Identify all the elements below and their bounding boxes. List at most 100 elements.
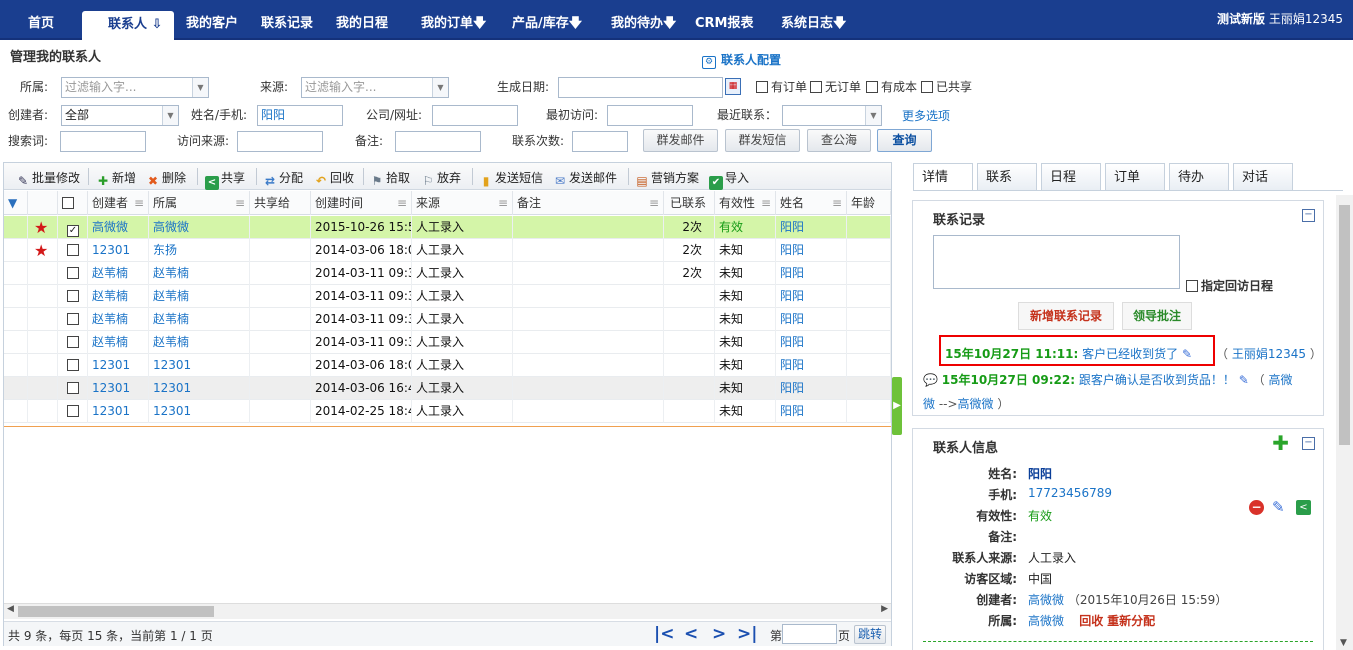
pick-button[interactable]: ⚑ 拾取 — [370, 169, 410, 188]
belong-select[interactable]: 过滤输入字... ▼ — [61, 77, 209, 98]
scroll-left-icon[interactable]: ◀ — [7, 604, 14, 614]
nav-customers[interactable]: 我的客户 — [186, 0, 238, 40]
col-name[interactable]: 姓名 ≡ — [776, 191, 847, 215]
cell-name[interactable]: 阳阳 — [776, 400, 847, 423]
select-all-checkbox[interactable] — [58, 191, 88, 215]
collapse-icon[interactable]: − — [1302, 437, 1315, 450]
filter-icon[interactable]: ▼ — [4, 191, 28, 215]
search-word-input[interactable] — [60, 131, 146, 152]
table-row[interactable]: 1230112301 2014-02-25 18:47人工录入 未知阳阳 — [4, 400, 891, 423]
has-order-checkbox[interactable]: 有订单 — [756, 78, 807, 95]
col-time[interactable]: 创建时间 ≡ — [311, 191, 412, 215]
nav-contacts[interactable]: 联系人 ⇩ — [82, 11, 174, 40]
calendar-icon[interactable]: ▦ — [725, 78, 741, 95]
tab-dialogue[interactable]: 对话 — [1233, 163, 1293, 190]
owner-value[interactable]: 高微微 — [1028, 614, 1064, 628]
edit-pencil-icon[interactable]: ✎ — [1272, 498, 1285, 516]
share-icon[interactable]: < — [1296, 500, 1311, 515]
share-button[interactable]: < 共享 — [205, 169, 245, 190]
edit-pencil-icon[interactable]: ✎ — [1182, 347, 1192, 361]
company-input[interactable] — [432, 105, 518, 126]
reassign-link[interactable]: 重新分配 — [1107, 614, 1155, 628]
star-icon[interactable]: ★ — [28, 216, 58, 239]
row-checkbox[interactable] — [58, 308, 88, 331]
remark-input[interactable] — [395, 131, 481, 152]
scroll-right-icon[interactable]: ▶ — [881, 604, 888, 614]
next-page-icon[interactable]: > — [712, 624, 726, 644]
star-icon[interactable] — [28, 400, 58, 423]
leader-comment-button[interactable]: 领导批注 — [1122, 302, 1192, 330]
phone-value[interactable]: 17723456789 — [1028, 486, 1112, 500]
horizontal-scrollbar[interactable]: ◀ ▶ — [4, 603, 891, 619]
table-row[interactable]: 赵苇楠赵苇楠 2014-03-11 09:33人工录入 未知阳阳 — [4, 331, 891, 354]
cell-name[interactable]: 阳阳 — [776, 377, 847, 400]
cell-creator[interactable]: 12301 — [88, 377, 149, 400]
creator-value[interactable]: 高微微 — [1028, 593, 1064, 607]
cell-owner[interactable]: 12301 — [149, 400, 250, 423]
cell-creator[interactable]: 12301 — [88, 400, 149, 423]
column-menu-icon[interactable]: ≡ — [498, 191, 508, 215]
table-row[interactable]: 赵苇楠赵苇楠 2014-03-11 09:33人工录入 2次未知阳阳 — [4, 262, 891, 285]
created-date-input[interactable] — [558, 77, 723, 98]
col-contacted[interactable]: 已联系 — [664, 191, 715, 215]
star-icon[interactable] — [28, 354, 58, 377]
star-icon[interactable] — [28, 308, 58, 331]
first-page-icon[interactable]: |< — [654, 624, 674, 644]
scroll-down-icon[interactable]: ▼ — [1340, 638, 1347, 648]
nav-crm-report[interactable]: CRM报表 — [695, 0, 754, 40]
jump-button[interactable]: 跳转 — [854, 625, 886, 644]
cell-owner[interactable]: 赵苇楠 — [149, 308, 250, 331]
table-row[interactable]: 赵苇楠赵苇楠 2014-03-11 09:33人工录入 未知阳阳 — [4, 285, 891, 308]
cell-owner[interactable]: 赵苇楠 — [149, 285, 250, 308]
creator-select[interactable]: 全部 ▼ — [61, 105, 179, 126]
row-checkbox[interactable]: ✓ — [58, 216, 88, 239]
cell-name[interactable]: 阳阳 — [776, 239, 847, 262]
star-icon[interactable] — [28, 377, 58, 400]
collapse-icon[interactable]: − — [1302, 209, 1315, 222]
page-number-input[interactable] — [782, 624, 837, 644]
name-phone-input[interactable]: 阳阳 — [257, 105, 343, 126]
cell-creator[interactable]: 12301 — [88, 354, 149, 377]
recycle-button[interactable]: ↶ 回收 — [314, 169, 354, 188]
column-menu-icon[interactable]: ≡ — [832, 191, 842, 215]
column-menu-icon[interactable]: ≡ — [235, 191, 245, 215]
row-checkbox[interactable] — [58, 331, 88, 354]
send-email-button[interactable]: ✉ 发送邮件 — [553, 169, 617, 188]
nav-system-log[interactable]: 系统日志🡇 — [781, 0, 846, 40]
nav-contact-records[interactable]: 联系记录 — [261, 0, 313, 40]
recycle-link[interactable]: 回收 — [1079, 614, 1103, 628]
cell-creator[interactable]: 赵苇楠 — [88, 285, 149, 308]
col-validity[interactable]: 有效性 ≡ — [715, 191, 776, 215]
column-menu-icon[interactable]: ≡ — [649, 191, 659, 215]
cell-name[interactable]: 阳阳 — [776, 308, 847, 331]
source-select[interactable]: 过滤输入字... ▼ — [301, 77, 449, 98]
vertical-scrollbar[interactable]: ▼ — [1336, 195, 1353, 650]
cell-name[interactable]: 阳阳 — [776, 216, 847, 239]
record-1-user-name[interactable]: 王丽娟12345 — [1232, 347, 1306, 361]
record-2-from[interactable]: 高微 — [1268, 373, 1292, 387]
remove-icon[interactable]: − — [1249, 500, 1264, 515]
nav-schedule[interactable]: 我的日程 — [336, 0, 388, 40]
no-order-checkbox[interactable]: 无订单 — [810, 78, 861, 95]
cell-name[interactable]: 阳阳 — [776, 354, 847, 377]
row-checkbox[interactable] — [58, 377, 88, 400]
last-page-icon[interactable]: >| — [737, 624, 757, 644]
abandon-button[interactable]: ⚐ 放弃 — [421, 169, 461, 188]
edit-pencil-icon[interactable]: ✎ — [1239, 373, 1249, 387]
cell-creator[interactable]: 12301 — [88, 239, 149, 262]
cell-creator[interactable]: 赵苇楠 — [88, 331, 149, 354]
scrollbar-thumb[interactable] — [18, 606, 214, 617]
table-row[interactable]: 赵苇楠赵苇楠 2014-03-11 09:33人工录入 未知阳阳 — [4, 308, 891, 331]
nav-home[interactable]: 首页 — [28, 0, 54, 40]
star-icon[interactable]: ★ — [28, 239, 58, 262]
nav-orders[interactable]: 我的订单🡇 — [421, 0, 486, 40]
col-creator[interactable]: 创建者 ≡ — [88, 191, 149, 215]
cell-name[interactable]: 阳阳 — [776, 331, 847, 354]
cell-owner[interactable]: 东扬 — [149, 239, 250, 262]
cell-creator[interactable]: 赵苇楠 — [88, 308, 149, 331]
has-cost-checkbox[interactable]: 有成本 — [866, 78, 917, 95]
cell-name[interactable]: 阳阳 — [776, 262, 847, 285]
tab-details[interactable]: 详情 — [913, 163, 973, 191]
add-button[interactable]: ✚ 新增 — [96, 169, 136, 188]
contact-config-link[interactable]: ⚙ 联系人配置 — [702, 51, 781, 69]
